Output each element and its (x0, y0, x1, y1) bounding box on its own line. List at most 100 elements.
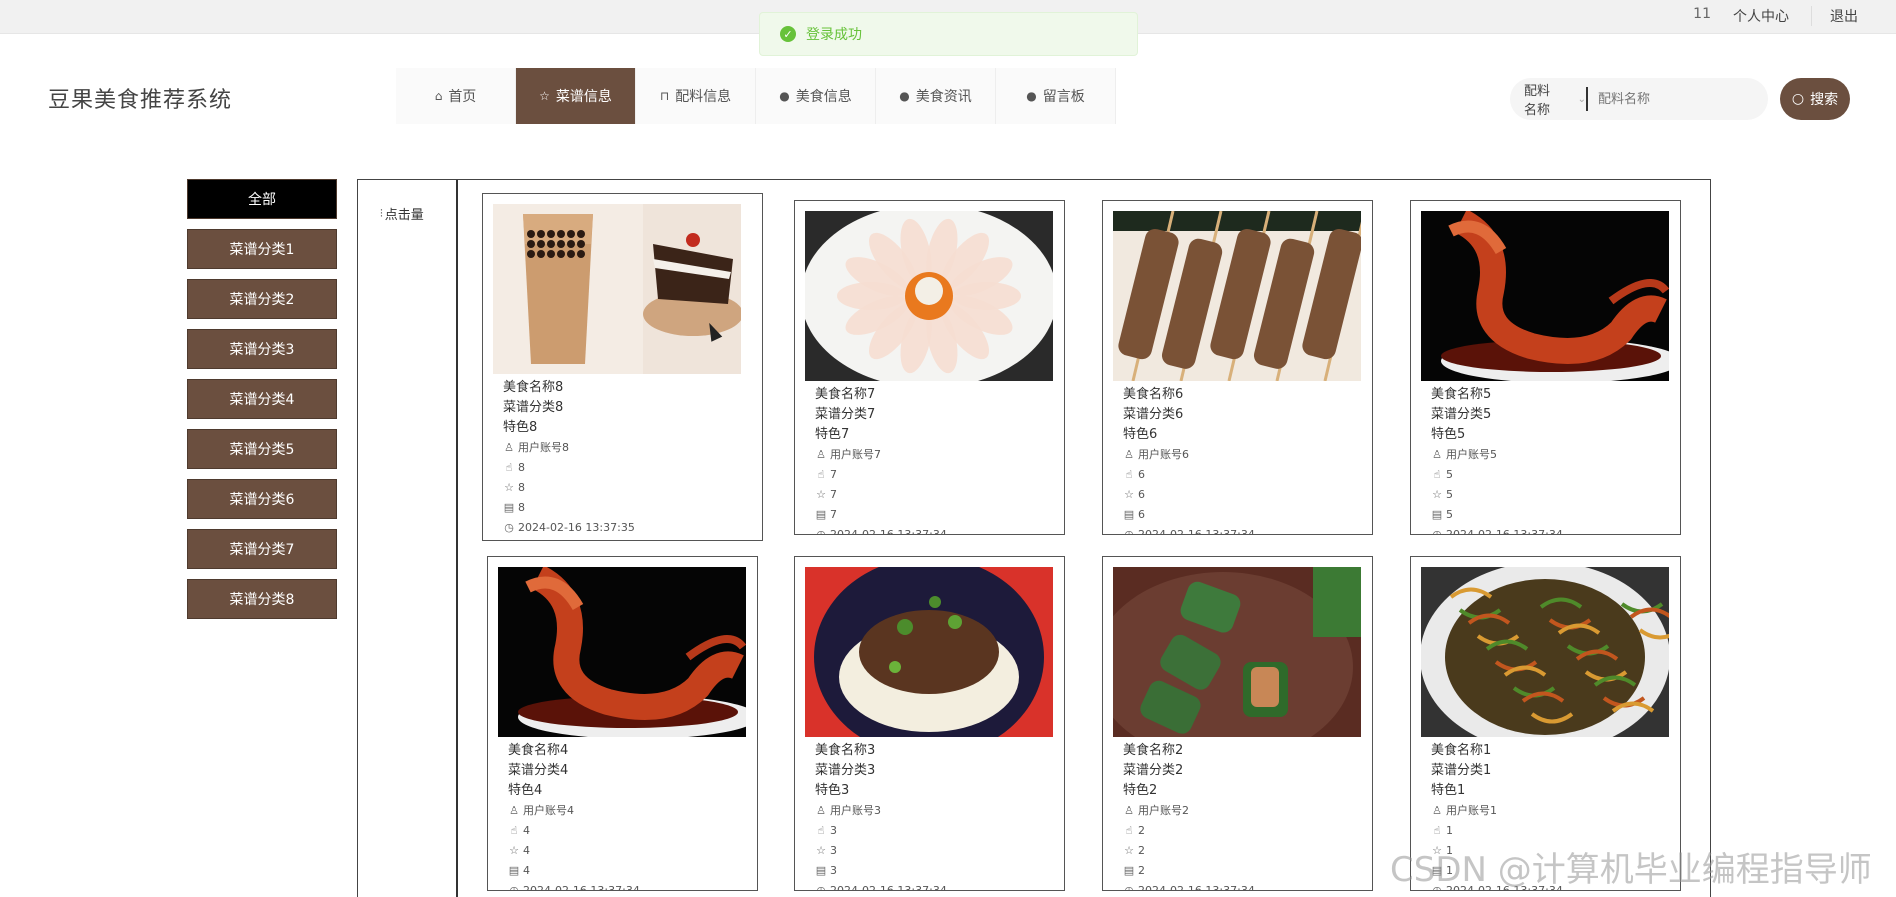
recipe-image[interactable] (805, 567, 1053, 737)
recipe-card[interactable]: 美食名称8 菜谱分类8 特色8 ♙ 用户账号8 ☝ 8 ☆ 8 ▤ 8 ◷ 2024-02… (482, 193, 763, 541)
recipe-image[interactable] (1113, 567, 1361, 737)
recipe-user: ♙ 用户账号3 (815, 801, 947, 821)
sort-by-clicks[interactable]: ⫶ 点击量 (380, 204, 424, 224)
search-input[interactable] (1588, 91, 1768, 107)
recipe-card[interactable]: 美食名称4 菜谱分类4 特色4 ♙ 用户账号4 ☝ 4 ☆ 4 ▤ 4 ◷ 2024-02… (487, 556, 758, 891)
recipe-category: 菜谱分类2 (1123, 763, 1184, 778)
category-item[interactable]: 菜谱分类1 (187, 229, 337, 269)
comment-count: 3 (830, 864, 837, 877)
recipe-name: 美食名称2 (1123, 743, 1184, 758)
category-item[interactable]: 菜谱分类5 (187, 429, 337, 469)
nav-food-news[interactable]: ● 美食资讯 (876, 68, 996, 124)
recipe-user: ♙ 用户账号6 (1123, 445, 1255, 465)
document-icon: ▤ (1123, 864, 1135, 877)
recipe-comments: ▤ 7 (815, 505, 947, 525)
recipe-likes: ☝ 4 (508, 821, 640, 841)
comment-count: 4 (523, 864, 530, 877)
recipe-time: ◷ 2024-02-16 13:37:34 (815, 881, 947, 891)
category-item[interactable]: 菜谱分类8 (187, 579, 337, 619)
recipe-info: 美食名称7 菜谱分类7 特色7 ♙ 用户账号7 ☝ 7 ☆ 7 ▤ 7 ◷ 2024-02… (815, 385, 947, 535)
recipe-card[interactable]: 美食名称3 菜谱分类3 特色3 ♙ 用户账号3 ☝ 3 ☆ 3 ▤ 3 ◷ 2024-02… (794, 556, 1065, 891)
recipe-card[interactable]: 美食名称5 菜谱分类5 特色5 ♙ 用户账号5 ☝ 5 ☆ 5 ▤ 5 ◷ 2024-02… (1410, 200, 1681, 535)
like-count: 8 (518, 461, 525, 474)
recipe-user: ♙ 用户账号2 (1123, 801, 1255, 821)
recipe-image[interactable] (805, 211, 1053, 381)
recipe-favorites: ☆ 7 (815, 485, 947, 505)
star-icon: ☆ (1432, 488, 1442, 501)
recipe-category: 菜谱分类1 (1431, 763, 1492, 778)
comment-count: 5 (1446, 508, 1453, 521)
nav-label: 首页 (448, 89, 477, 105)
recipe-feature: 特色2 (1123, 783, 1158, 798)
recipe-image[interactable] (498, 567, 746, 737)
recipe-favorites: ☆ 4 (508, 841, 640, 861)
nav-label: 美食信息 (795, 89, 852, 105)
thumbs-up-icon: ☝ (1433, 824, 1441, 837)
recipe-name: 美食名称5 (1431, 387, 1492, 402)
like-count: 6 (1138, 468, 1145, 481)
favorite-count: 6 (1138, 488, 1145, 501)
favorite-count: 2 (1138, 844, 1145, 857)
recipe-image[interactable] (1113, 211, 1361, 381)
recipe-user: ♙ 用户账号5 (1431, 445, 1563, 465)
logout-link[interactable]: 退出 (1811, 6, 1858, 26)
recipe-card[interactable]: 美食名称1 菜谱分类1 特色1 ♙ 用户账号1 ☝ 1 ☆ 1 ▤ 1 ◷ 2024-02… (1410, 556, 1681, 891)
favorite-count: 5 (1446, 488, 1453, 501)
recipe-name: 美食名称6 (1123, 387, 1184, 402)
search-button-label: 搜索 (1810, 92, 1839, 108)
recipe-comments: ▤ 5 (1431, 505, 1563, 525)
recipe-image[interactable] (1421, 211, 1669, 381)
user-icon: ♙ (1124, 804, 1134, 817)
nav-message-board[interactable]: ● 留言板 (996, 68, 1116, 124)
recipe-card[interactable]: 美食名称6 菜谱分类6 特色6 ♙ 用户账号6 ☝ 6 ☆ 6 ▤ 6 ◷ 2024-02… (1102, 200, 1373, 535)
user-account: 用户账号3 (830, 804, 881, 817)
recipe-image[interactable] (493, 204, 741, 374)
star-icon: ☆ (1124, 488, 1134, 501)
category-item[interactable]: 菜谱分类3 (187, 329, 337, 369)
check-circle-icon: ✓ (780, 26, 796, 42)
recipe-info: 美食名称4 菜谱分类4 特色4 ♙ 用户账号4 ☝ 4 ☆ 4 ▤ 4 ◷ 2024-02… (508, 741, 640, 890)
nav-label: 美食资讯 (915, 89, 972, 105)
recipe-time: ◷ 2024-02-16 13:37:34 (1431, 525, 1563, 534)
publish-time: 2024-02-16 13:37:34 (830, 528, 947, 535)
recipe-name: 美食名称1 (1431, 743, 1492, 758)
thumbs-up-icon: ☝ (510, 824, 518, 837)
star-icon: ☆ (816, 844, 826, 857)
nav-food-info[interactable]: ● 美食信息 (756, 68, 876, 124)
recipe-info: 美食名称5 菜谱分类5 特色5 ♙ 用户账号5 ☝ 5 ☆ 5 ▤ 5 ◷ 2024-02… (1431, 385, 1563, 534)
document-icon: ▤ (1123, 508, 1135, 521)
clock-icon: ◷ (504, 521, 514, 534)
recipe-card[interactable]: 美食名称2 菜谱分类2 特色2 ♙ 用户账号2 ☝ 2 ☆ 2 ▤ 2 ◷ 2024-02… (1102, 556, 1373, 891)
document-icon: ▤ (815, 508, 827, 521)
recipe-user: ♙ 用户账号1 (1431, 801, 1563, 821)
like-count: 1 (1446, 824, 1453, 837)
search-button[interactable]: ○ 搜索 (1780, 78, 1850, 120)
user-number: 11 (1693, 6, 1711, 22)
nav-recipes[interactable]: ☆ 菜谱信息 (516, 68, 636, 124)
recipe-category: 菜谱分类6 (1123, 407, 1184, 422)
recipe-time: ◷ 2024-02-16 13:37:34 (1123, 525, 1255, 534)
category-item[interactable]: 菜谱分类4 (187, 379, 337, 419)
user-icon: ♙ (816, 448, 826, 461)
category-item[interactable]: 菜谱分类7 (187, 529, 337, 569)
favorite-count: 4 (523, 844, 530, 857)
category-all[interactable]: 全部 (187, 179, 337, 219)
recipe-time: ◷ 2024-02-16 13:37:34 (815, 525, 947, 535)
document-icon: ▤ (503, 501, 515, 514)
chart-icon: ⫶ (380, 206, 383, 220)
profile-link[interactable]: 个人中心 (1733, 6, 1789, 26)
nav-home[interactable]: ⌂ 首页 (396, 68, 516, 124)
recipe-feature: 特色4 (508, 783, 543, 798)
recipe-name: 美食名称4 (508, 743, 569, 758)
recipe-card[interactable]: 美食名称7 菜谱分类7 特色7 ♙ 用户账号7 ☝ 7 ☆ 7 ▤ 7 ◷ 2024-02… (794, 200, 1065, 535)
nav-label: 菜谱信息 (555, 89, 612, 105)
nav-ingredients[interactable]: ⊓ 配料信息 (636, 68, 756, 124)
recipe-time: ◷ 2024-02-16 13:37:34 (1123, 881, 1255, 890)
search-field-select[interactable]: 配料名称 ⌄ (1510, 84, 1588, 118)
category-item[interactable]: 菜谱分类6 (187, 479, 337, 519)
recipe-likes: ☝ 2 (1123, 821, 1255, 841)
category-item[interactable]: 菜谱分类2 (187, 279, 337, 319)
publish-time: 2024-02-16 13:37:34 (830, 884, 947, 891)
recipe-user: ♙ 用户账号8 (503, 438, 635, 458)
recipe-image[interactable] (1421, 567, 1669, 737)
